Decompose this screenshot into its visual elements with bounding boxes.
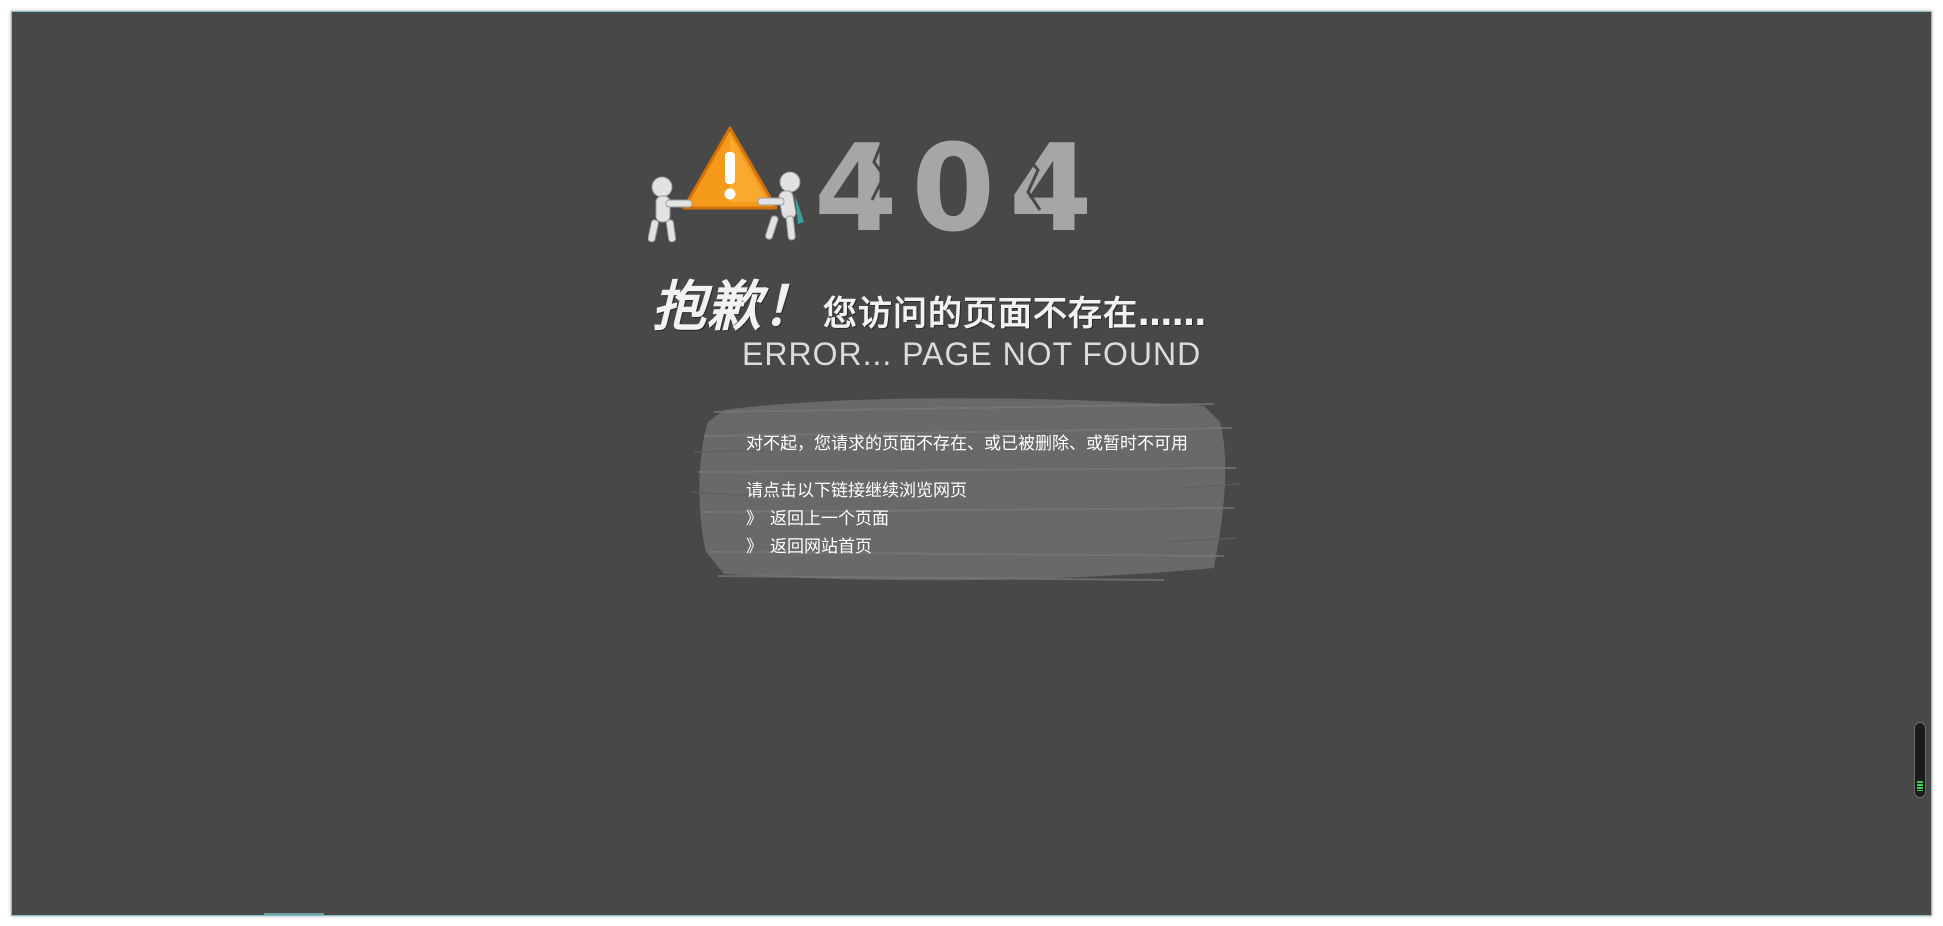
double-arrow-icon: 》 [746, 509, 763, 529]
double-arrow-icon: 》 [746, 537, 763, 557]
error-hero: 404 抱歉！ 您访问的页面不存在…… ERROR... PAGE NOT FOU… [648, 112, 1328, 382]
sorry-title-big: 抱歉！ [652, 275, 817, 338]
error-message: 对不起，您请求的页面不存在、或已被删除、或暂时不可用 请点击以下链接继续浏览网页… [746, 430, 1188, 561]
bottom-divider [264, 913, 324, 915]
link-home-row: 》返回网站首页 [746, 533, 1188, 561]
scrollbar-thumb[interactable] [1914, 722, 1926, 798]
stick-figure-left-icon [648, 176, 693, 243]
back-to-previous-link[interactable]: 返回上一个页面 [770, 509, 889, 529]
link-back-row: 》返回上一个页面 [746, 505, 1188, 533]
sorry-title-small: 您访问的页面不存在 [823, 294, 1138, 334]
message-line-2: 请点击以下链接继续浏览网页 [746, 481, 967, 501]
warning-triangle-icon [682, 126, 778, 210]
message-line-1: 对不起，您请求的页面不存在、或已被删除、或暂时不可用 [746, 434, 1188, 454]
sorry-title: 抱歉！ 您访问的页面不存在…… [652, 262, 1206, 341]
error-code: 404 [814, 120, 1107, 259]
sorry-title-dots: …… [1138, 294, 1206, 334]
back-to-home-link[interactable]: 返回网站首页 [770, 537, 872, 557]
grip-icon [1917, 781, 1923, 791]
error-subtitle: ERROR... PAGE NOT FOUND [742, 336, 1202, 372]
page-frame: 404 抱歉！ 您访问的页面不存在…… ERROR... PAGE NOT FOU… [11, 11, 1932, 916]
error-illustration: 404 [648, 120, 1198, 259]
